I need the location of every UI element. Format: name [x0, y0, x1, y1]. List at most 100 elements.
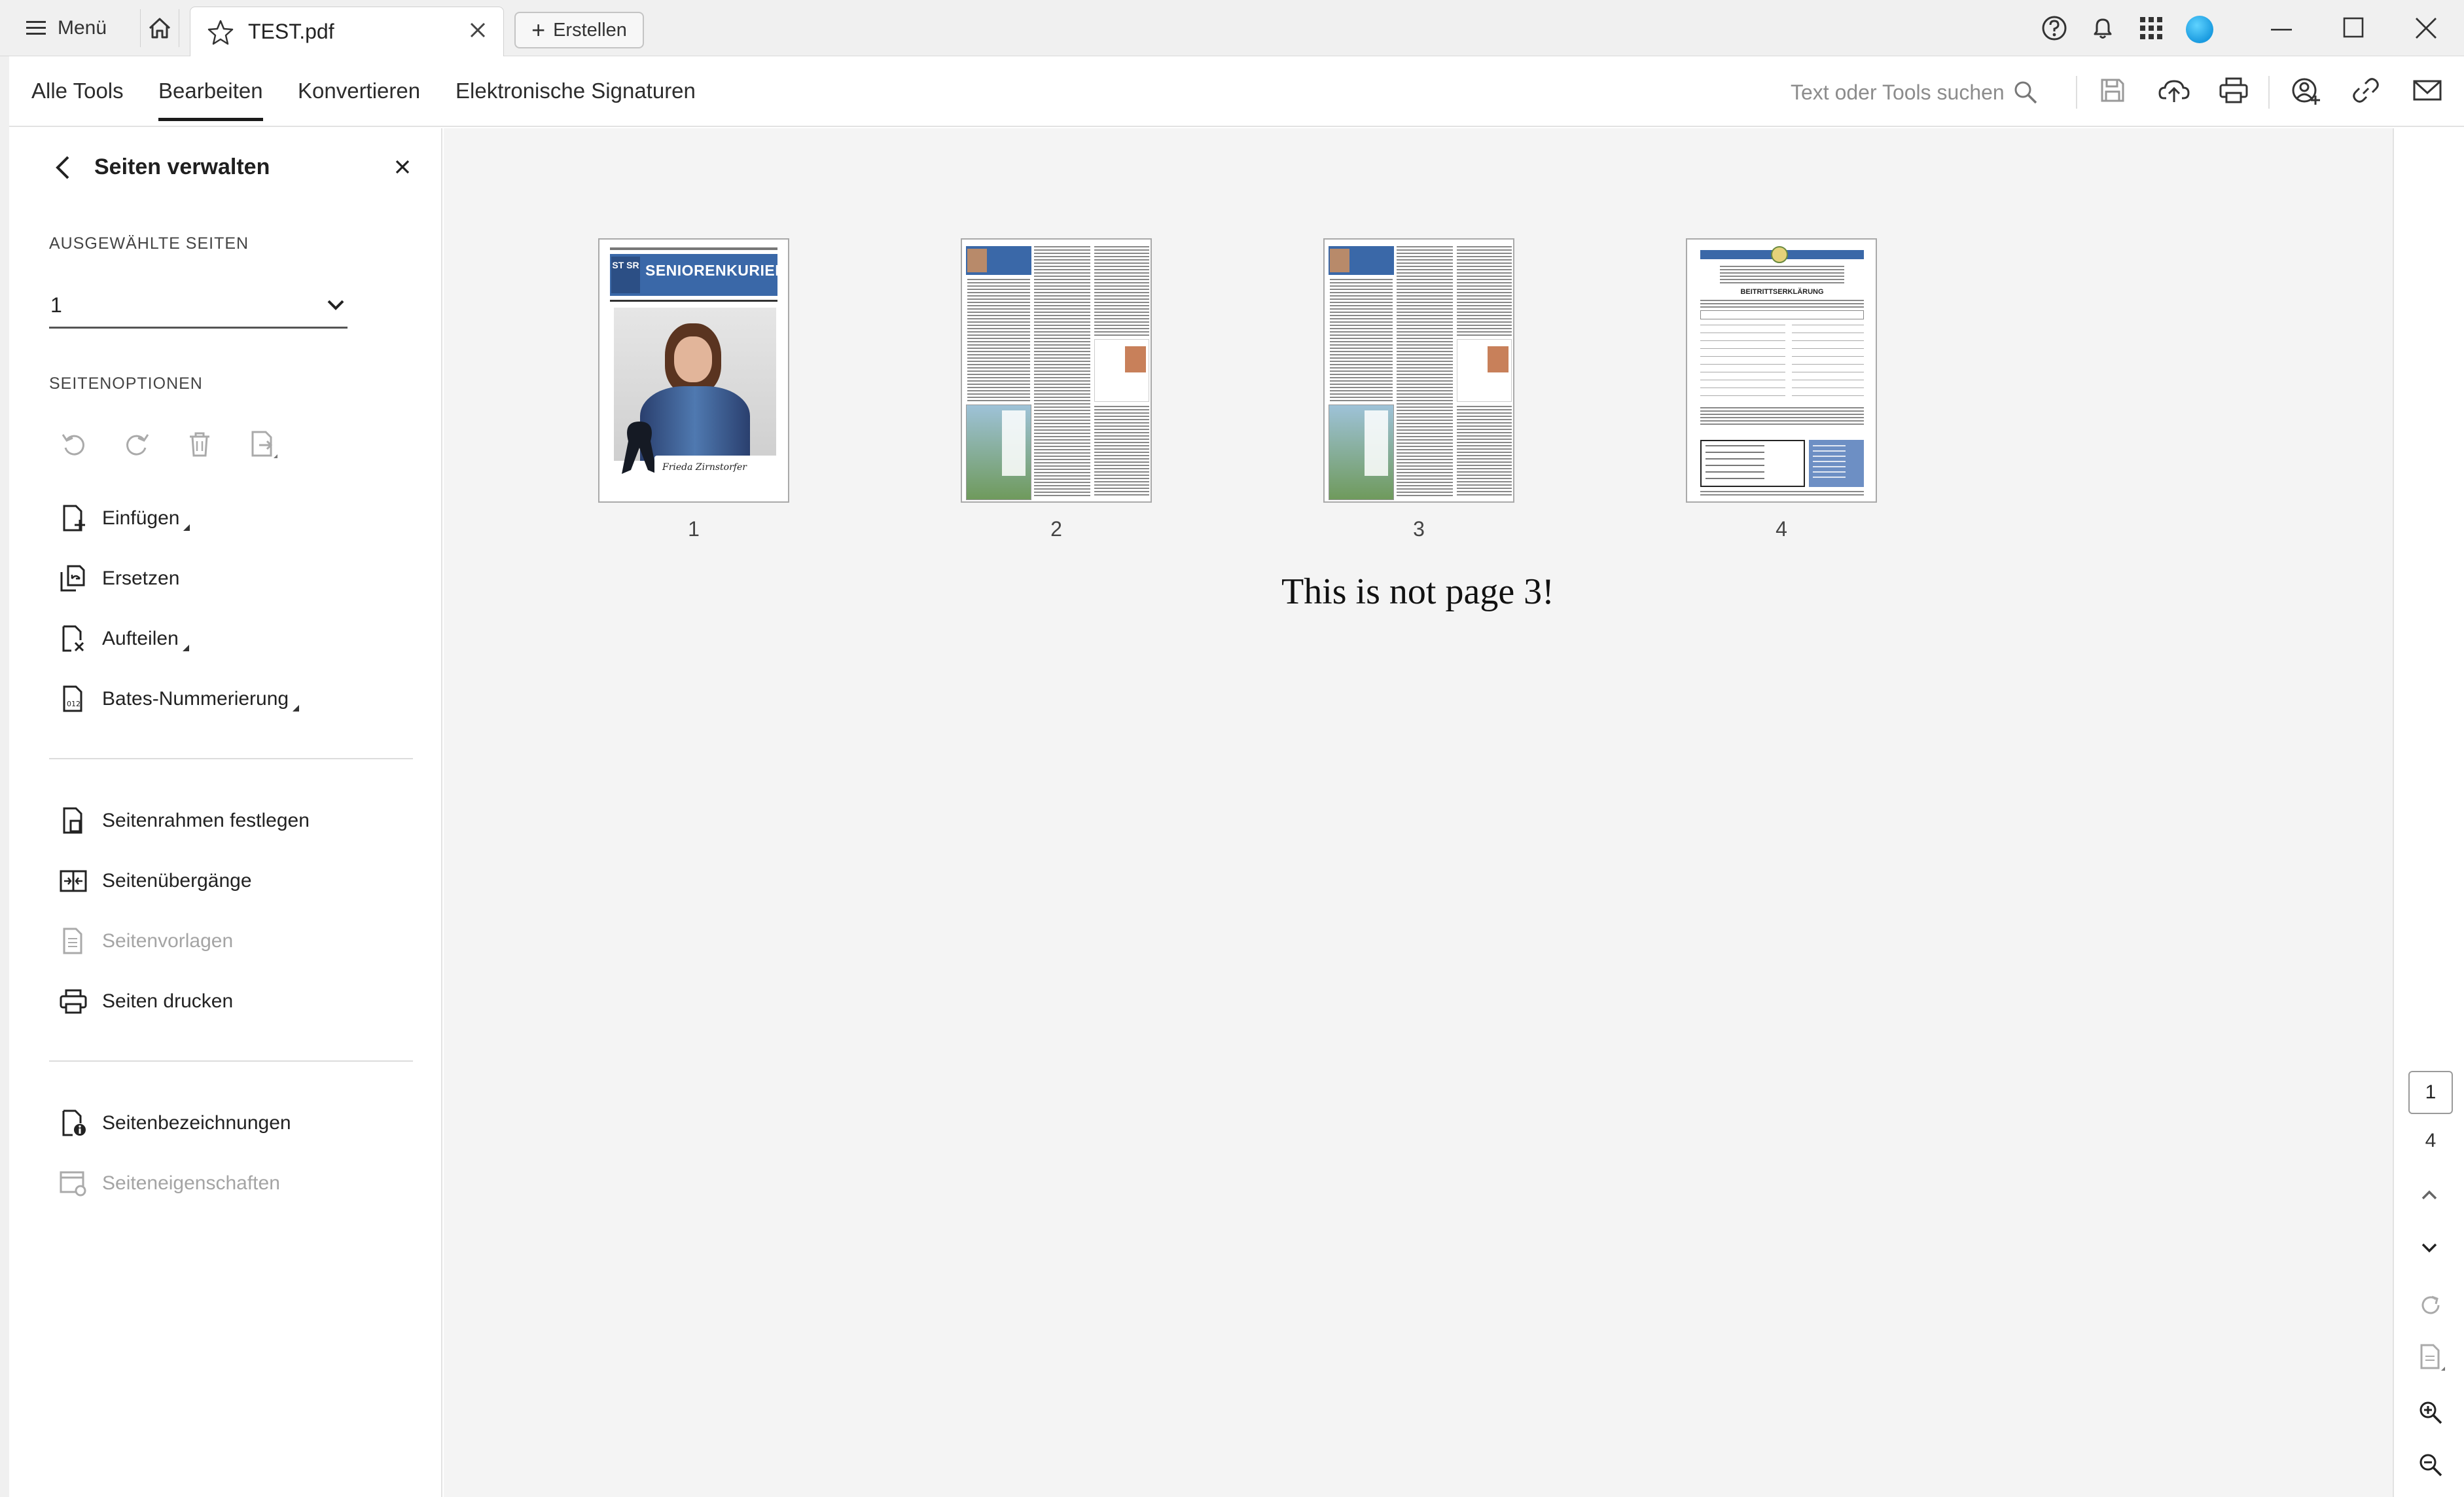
photo-box: [1457, 339, 1512, 402]
page-transitions-icon: [60, 870, 87, 892]
title-bar: Menü TEST.pdf + Erstellen: [0, 0, 2464, 56]
menu-button[interactable]: Menü: [26, 9, 124, 47]
text-column: [1094, 246, 1149, 338]
panel-title: Seiten verwalten: [94, 154, 270, 179]
author-photo: [967, 249, 987, 272]
emblem: [1771, 246, 1788, 263]
user-avatar[interactable]: [2186, 16, 2213, 43]
photo-box: [1094, 339, 1149, 402]
extract-page-icon[interactable]: [247, 429, 280, 462]
set-page-boxes-label: Seitenrahmen festlegen: [102, 810, 310, 831]
maximize-icon[interactable]: [2342, 16, 2365, 39]
page-number-label-4: 4: [1776, 517, 1787, 541]
masthead-line: [610, 247, 777, 250]
tab-title: TEST.pdf: [248, 20, 334, 43]
flyout-indicator: [182, 645, 189, 651]
cover-title: SENIORENKURIER: [645, 262, 787, 279]
page-options-label: SEITENOPTIONEN: [49, 374, 203, 393]
form-title: BEITRITTSERKLÄRUNG: [1740, 288, 1824, 296]
rotate-left-icon[interactable]: [59, 429, 89, 460]
home-button[interactable]: [140, 9, 179, 47]
insert-pages-label: Einfügen: [102, 507, 180, 529]
apps-grid-icon[interactable]: [2137, 14, 2165, 42]
print-icon[interactable]: [2219, 76, 2249, 105]
star-icon[interactable]: [207, 19, 234, 45]
cover-signature: Frieda Zirnstorfer: [662, 462, 747, 473]
tab-bearbeiten[interactable]: Bearbeiten: [158, 79, 263, 121]
page-labels-icon: [62, 1109, 86, 1136]
tab-konvertieren[interactable]: Konvertieren: [298, 79, 420, 118]
chevron-down-icon[interactable]: [2418, 1236, 2441, 1259]
bates-numbering-button[interactable]: 012 Bates-Nummerierung: [59, 679, 300, 719]
bates-numbering-icon: 012: [63, 685, 82, 712]
advert-image: [1329, 405, 1394, 500]
toolbar-divider: [2076, 76, 2077, 109]
close-tab-icon[interactable]: [467, 19, 489, 41]
print-pages-button[interactable]: Seiten drucken: [59, 982, 233, 1021]
replace-pages-label: Ersetzen: [102, 568, 180, 589]
advert-image: [966, 405, 1031, 500]
hamburger-icon: [26, 21, 46, 35]
flyout-indicator: [183, 524, 190, 531]
tab-alle-tools[interactable]: Alle Tools: [31, 79, 124, 118]
selected-pages-dropdown[interactable]: 1: [49, 284, 348, 329]
page-thumbnail-4[interactable]: BEITRITTSERKLÄRUNG: [1686, 238, 1877, 503]
form-text: [1720, 266, 1844, 284]
page-templates-label: Seitenvorlagen: [102, 930, 234, 952]
chevron-up-icon[interactable]: [2418, 1183, 2441, 1207]
split-document-label: Aufteilen: [102, 628, 179, 649]
split-document-button[interactable]: Aufteilen: [59, 619, 189, 658]
page-thumbnail-2[interactable]: [961, 238, 1152, 503]
link-icon[interactable]: [2351, 76, 2381, 105]
window-close-icon[interactable]: [2414, 16, 2438, 41]
email-icon[interactable]: [2412, 76, 2442, 105]
save-icon[interactable]: [2098, 76, 2127, 105]
replace-pages-button[interactable]: Ersetzen: [59, 559, 179, 598]
page-labels-button[interactable]: Seitenbezeichnungen: [59, 1104, 291, 1143]
refresh-icon[interactable]: [2418, 1292, 2444, 1318]
page-templates-button[interactable]: Seitenvorlagen: [59, 922, 233, 961]
text-column: [1330, 279, 1393, 403]
tab-elektronische-signaturen[interactable]: Elektronische Signaturen: [455, 79, 696, 118]
delete-icon[interactable]: [185, 429, 215, 460]
notifications-bell-icon[interactable]: [2089, 14, 2116, 42]
cloud-upload-icon[interactable]: [2158, 76, 2190, 105]
page-display-icon[interactable]: [2418, 1343, 2446, 1372]
text-column: [1397, 246, 1453, 497]
close-panel-icon[interactable]: [393, 157, 412, 177]
rotate-right-icon[interactable]: [122, 429, 152, 460]
document-tab[interactable]: TEST.pdf: [190, 7, 504, 56]
zoom-out-icon[interactable]: [2418, 1452, 2444, 1478]
page-properties-label: Seiteneigenschaften: [102, 1172, 280, 1194]
page-transitions-button[interactable]: Seitenübergänge: [59, 861, 252, 901]
menu-label: Menü: [58, 17, 107, 39]
page-thumbnail-1[interactable]: ST SR SENIORENKURIER Frieda Zirnstorfer: [598, 238, 789, 503]
help-icon[interactable]: [2041, 14, 2068, 42]
svg-text:012: 012: [67, 700, 80, 708]
create-label: Erstellen: [553, 19, 627, 41]
share-user-icon[interactable]: [2291, 76, 2322, 106]
zoom-in-icon[interactable]: [2418, 1399, 2444, 1426]
page-box-icon: [63, 807, 82, 834]
current-page-input[interactable]: 1: [2408, 1071, 2453, 1114]
page-thumbnail-3[interactable]: [1323, 238, 1514, 503]
print-pages-icon: [60, 989, 87, 1014]
text-column: [1457, 246, 1512, 338]
minimize-icon[interactable]: [2268, 17, 2294, 41]
panel-divider: [49, 1060, 413, 1062]
bates-numbering-label: Bates-Nummerierung: [102, 688, 289, 710]
selected-pages-label: AUSGEWÄHLTE SEITEN: [49, 234, 249, 253]
back-arrow-icon[interactable]: [50, 153, 76, 182]
plus-icon: +: [531, 16, 546, 43]
search-icon: [2014, 81, 2037, 104]
window-edge: [0, 56, 9, 1497]
cover-logo: ST SR: [611, 257, 640, 293]
set-page-boxes-button[interactable]: Seitenrahmen festlegen: [59, 801, 310, 840]
replace-page-icon: [60, 565, 85, 592]
home-icon: [149, 18, 171, 39]
tool-search[interactable]: Text oder Tools suchen: [1791, 76, 2065, 109]
page-properties-button[interactable]: Seiteneigenschaften: [59, 1164, 280, 1203]
insert-pages-button[interactable]: Einfügen: [59, 499, 190, 538]
author-photo: [1330, 249, 1349, 272]
create-button[interactable]: + Erstellen: [514, 12, 644, 48]
